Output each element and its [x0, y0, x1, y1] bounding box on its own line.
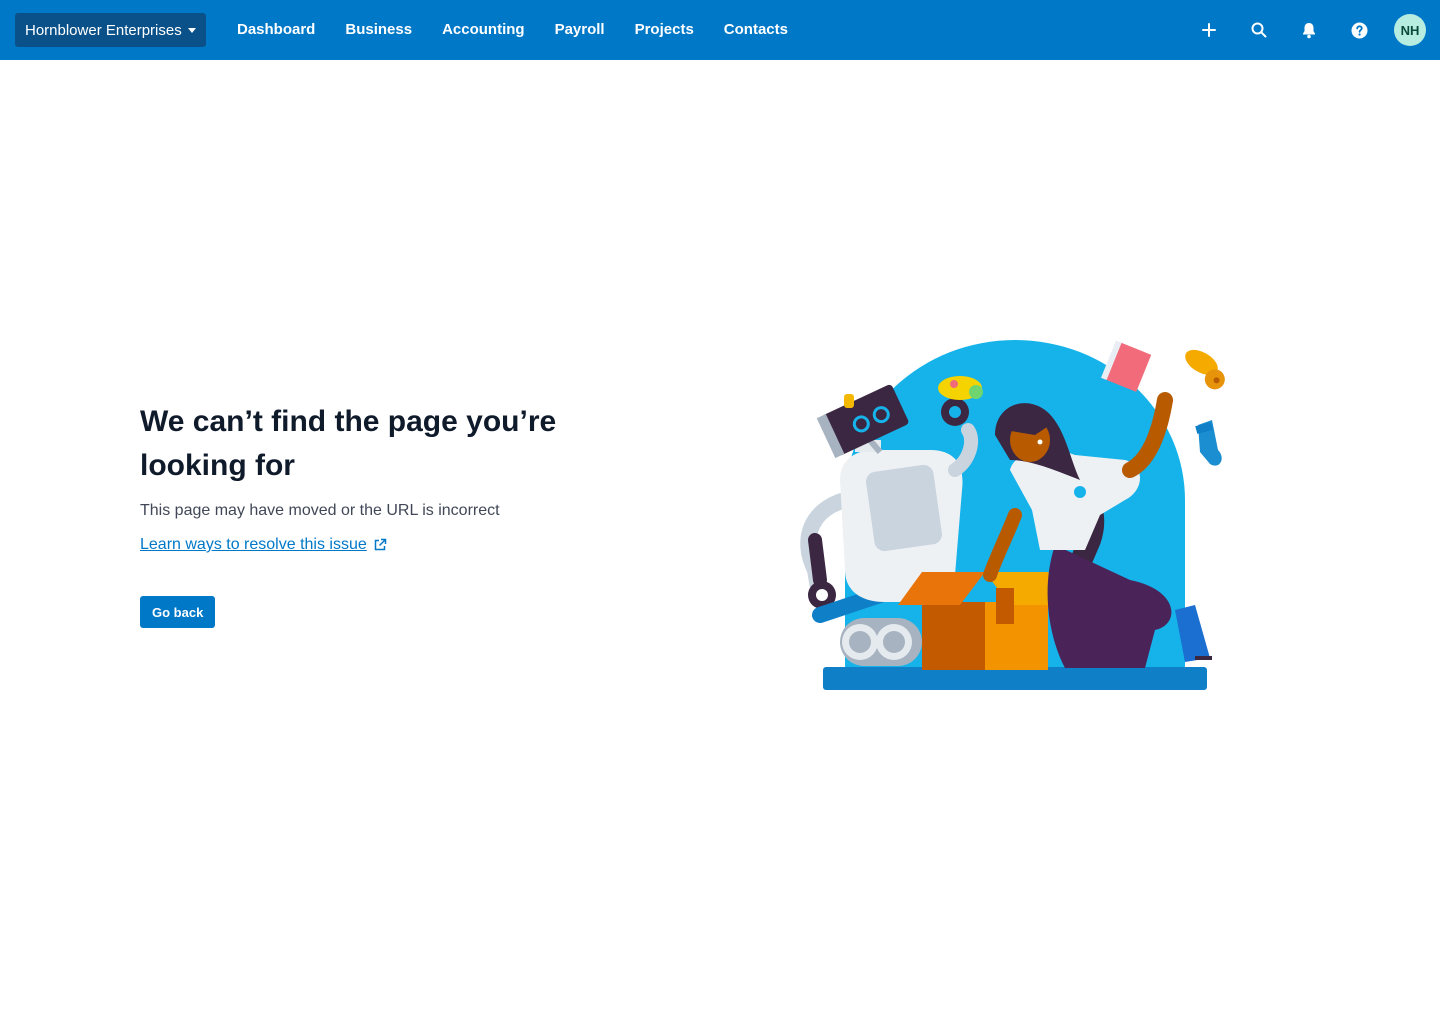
- go-back-button[interactable]: Go back: [140, 596, 216, 628]
- organisation-name: Hornblower Enterprises: [25, 21, 182, 39]
- header-actions: NH: [1184, 0, 1440, 60]
- nav-accounting[interactable]: Accounting: [427, 0, 540, 60]
- page-title: We can’t find the page you’re looking fo…: [140, 405, 557, 482]
- error-description: This page may have moved or the URL is i…: [140, 502, 500, 519]
- nav-business[interactable]: Business: [330, 0, 427, 60]
- notifications-button[interactable]: [1284, 0, 1334, 60]
- search-icon: [1251, 22, 1267, 38]
- organisation-switcher[interactable]: Hornblower Enterprises: [15, 13, 206, 47]
- search-button[interactable]: [1234, 0, 1284, 60]
- help-link-label: Learn ways to resolve this issue: [140, 536, 367, 553]
- nav-projects[interactable]: Projects: [620, 0, 709, 60]
- create-new-button[interactable]: [1184, 0, 1234, 60]
- lost-page-illustration: [800, 340, 1225, 690]
- top-navigation-bar: Hornblower Enterprises Dashboard Busines…: [0, 0, 1440, 60]
- nav-payroll[interactable]: Payroll: [540, 0, 620, 60]
- help-icon: [1351, 22, 1367, 38]
- user-avatar[interactable]: NH: [1394, 14, 1426, 46]
- main-nav: Dashboard Business Accounting Payroll Pr…: [222, 0, 803, 60]
- bell-icon: [1303, 22, 1315, 38]
- nav-dashboard[interactable]: Dashboard: [222, 0, 330, 60]
- page-not-found-panel: We can’t find the page you’re looking fo…: [140, 400, 620, 628]
- nav-contacts[interactable]: Contacts: [709, 0, 803, 60]
- plus-icon: [1202, 23, 1216, 37]
- help-button[interactable]: [1334, 0, 1384, 60]
- help-link[interactable]: Learn ways to resolve this issue: [140, 536, 387, 554]
- external-link-icon: [374, 538, 387, 551]
- caret-down-icon: [187, 27, 196, 33]
